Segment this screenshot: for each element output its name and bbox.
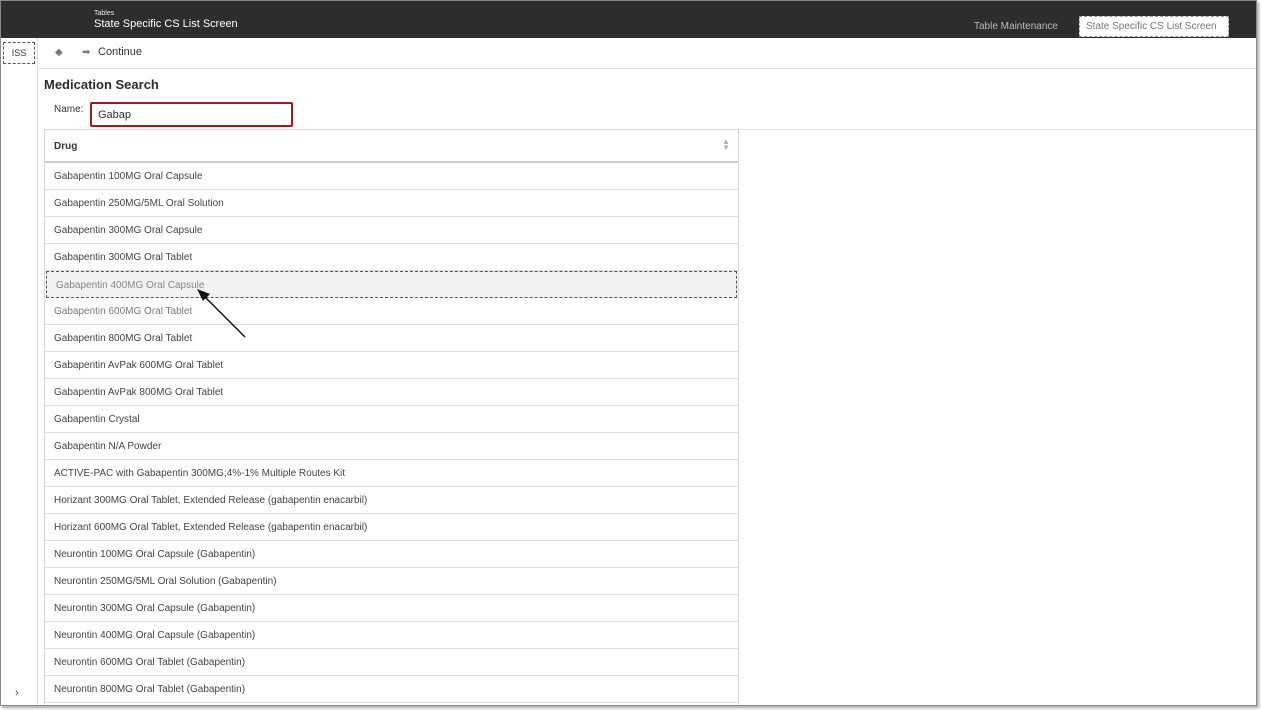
table-row[interactable]: Gabapentin N/A Powder: [45, 433, 738, 460]
table-row[interactable]: Gabapentin AvPak 600MG Oral Tablet: [45, 352, 738, 379]
expand-chevron-icon[interactable]: ›: [15, 687, 19, 699]
table-row[interactable]: Gabapentin 800MG Oral Tablet: [45, 325, 738, 352]
name-label: Name:: [54, 104, 84, 115]
table-row[interactable]: Horizant 300MG Oral Tablet, Extended Rel…: [45, 487, 738, 514]
drug-rows: Gabapentin 100MG Oral Capsule Gabapentin …: [45, 163, 738, 703]
table-row[interactable]: Horizant 600MG Oral Tablet, Extended Rel…: [45, 514, 738, 541]
table-row[interactable]: Gabapentin 300MG Oral Capsule: [45, 217, 738, 244]
back-arrow-icon[interactable]: ◆: [55, 47, 63, 58]
table-row[interactable]: Neurontin 800MG Oral Tablet (Gabapentin): [45, 676, 738, 703]
continue-arrow-icon[interactable]: ➡: [82, 47, 90, 58]
table-row[interactable]: Gabapentin 400MG Oral Capsule: [46, 271, 737, 298]
continue-button[interactable]: Continue: [98, 46, 142, 58]
medication-search-title: Medication Search: [44, 77, 159, 92]
name-search-input[interactable]: [90, 102, 293, 127]
table-row[interactable]: Neurontin 600MG Oral Tablet (Gabapentin): [45, 649, 738, 676]
table-row[interactable]: Neurontin 400MG Oral Capsule (Gabapentin…: [45, 622, 738, 649]
top-header: Tables State Specific CS List Screen Tab…: [1, 1, 1256, 38]
table-row[interactable]: Neurontin 250MG/5ML Oral Solution (Gabap…: [45, 568, 738, 595]
toolbar: ◆ ➡ Continue: [38, 38, 1256, 69]
drug-table: Drug ▲ ▼ Gabapentin 100MG Oral Capsule Gab…: [44, 129, 739, 705]
table-row[interactable]: ACTIVE-PAC with Gabapentin 300MG;4%-1% M…: [45, 460, 738, 487]
table-row[interactable]: Gabapentin 600MG Oral Tablet: [45, 298, 738, 325]
divider: [739, 129, 1256, 130]
app-window: Tables State Specific CS List Screen Tab…: [0, 0, 1257, 706]
table-row[interactable]: Gabapentin 100MG Oral Capsule: [45, 163, 738, 190]
sort-icon[interactable]: ▲ ▼: [722, 138, 730, 152]
table-row[interactable]: Gabapentin 300MG Oral Tablet: [45, 244, 738, 271]
table-row[interactable]: Gabapentin Crystal: [45, 406, 738, 433]
header-section-label: Tables: [94, 10, 115, 17]
breadcrumb[interactable]: State Specific CS List Screen: [1079, 16, 1229, 37]
pointer-arrow-icon: [197, 289, 246, 338]
page-title: State Specific CS List Screen: [94, 18, 238, 30]
drug-column-header[interactable]: Drug ▲ ▼: [45, 129, 738, 163]
app-logo[interactable]: ISS: [3, 42, 35, 64]
left-rail: ISS ›: [1, 38, 38, 705]
table-row[interactable]: Neurontin 300MG Oral Capsule (Gabapentin…: [45, 595, 738, 622]
drug-column-label: Drug: [54, 141, 78, 152]
table-row[interactable]: Neurontin 100MG Oral Capsule (Gabapentin…: [45, 541, 738, 568]
table-row[interactable]: Gabapentin 250MG/5ML Oral Solution: [45, 190, 738, 217]
table-row[interactable]: Gabapentin AvPak 800MG Oral Tablet: [45, 379, 738, 406]
table-maintenance-link[interactable]: Table Maintenance: [974, 21, 1058, 32]
